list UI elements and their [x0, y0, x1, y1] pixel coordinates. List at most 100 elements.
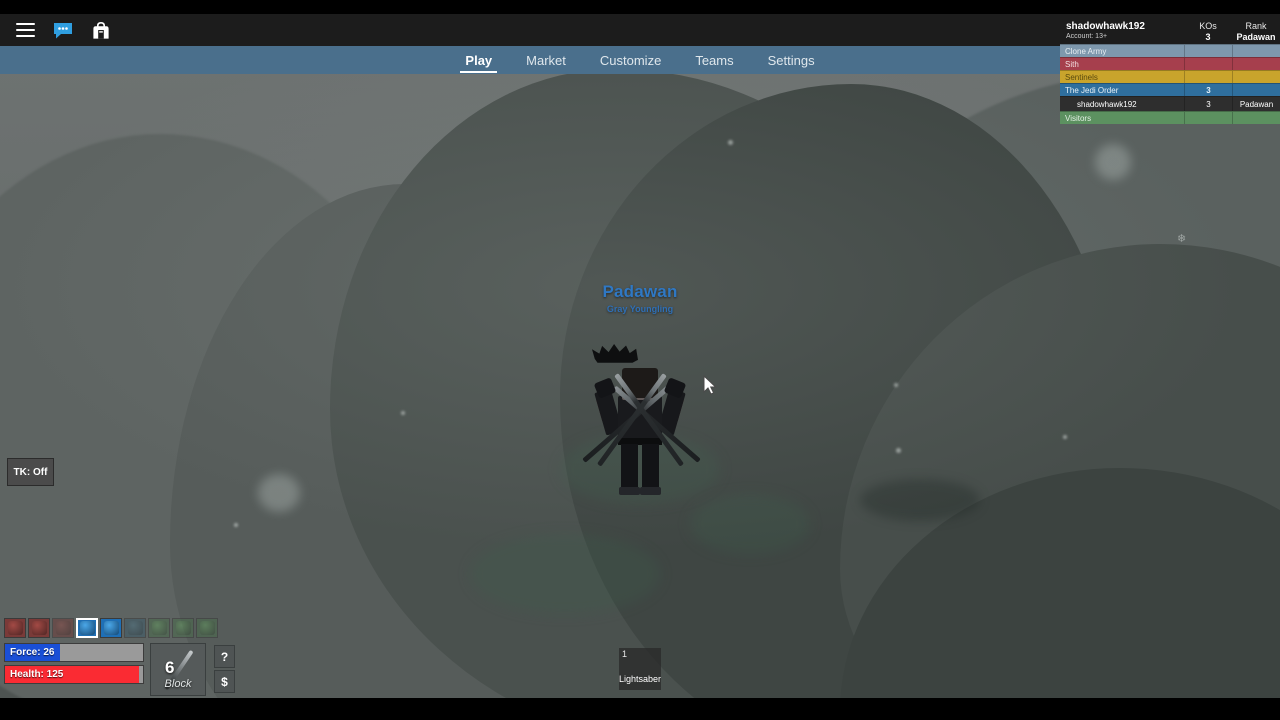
nav-label: Customize	[599, 52, 662, 68]
nav-tab-market[interactable]: Market	[509, 46, 583, 74]
leaderboard-kos-summary: KOs 3	[1184, 21, 1232, 42]
hamburger-menu-icon	[15, 23, 35, 37]
light-mote	[1063, 435, 1067, 439]
nav-label: Teams	[695, 52, 734, 68]
leaderboard-row-kos	[1184, 71, 1232, 83]
health-bar-label: Health: 125	[10, 669, 64, 680]
status-bars: Force: 26 Health: 125	[4, 643, 144, 684]
ability-glyph-icon	[55, 621, 71, 635]
leaderboard-team-row: Visitors	[1060, 111, 1280, 124]
leaderboard-rows: Clone Army Sith Sentinels The Jedi Order 3 sh…	[1060, 44, 1280, 124]
leaderboard-row-kos	[1184, 58, 1232, 70]
leaderboard-row-kos: 3	[1184, 84, 1232, 96]
ability-slot-9[interactable]	[196, 618, 218, 638]
player-avatar	[582, 344, 701, 496]
nav-label: Market	[526, 52, 566, 68]
inventory-hotbar: 1 Lightsaber	[619, 648, 661, 690]
ability-slot-7[interactable]	[148, 618, 170, 638]
ability-glyph-icon	[31, 621, 47, 635]
leaderboard-rank-value: Padawan	[1236, 32, 1276, 42]
leaderboard-row-name: Clone Army	[1065, 46, 1107, 56]
chat-bubble-icon	[54, 22, 72, 38]
leaderboard-row-name: shadowhawk192	[1077, 99, 1137, 109]
leaderboard-row-kos: 3	[1184, 97, 1232, 111]
health-bar: Health: 125	[4, 665, 144, 684]
avatar-leg-right	[642, 444, 659, 492]
nav-tab-settings[interactable]: Settings	[751, 46, 832, 74]
leaderboard-row-rank	[1232, 84, 1280, 96]
ability-slot-2[interactable]	[28, 618, 50, 638]
light-mote	[1095, 144, 1131, 180]
rock-shadow	[860, 479, 980, 521]
snowflake-icon: ❄	[1177, 233, 1187, 245]
leaderboard-row-name: The Jedi Order	[1065, 85, 1119, 95]
nav-tab-play[interactable]: Play	[448, 46, 509, 74]
ability-slot-3[interactable]	[52, 618, 74, 638]
nav-label: Settings	[767, 52, 815, 68]
leaderboard-row-rank	[1232, 45, 1280, 57]
leaderboard-kos-value: 3	[1205, 32, 1211, 42]
avatar-foot-right	[640, 487, 661, 495]
light-mote	[401, 411, 405, 415]
leaderboard-team-row: Sith	[1060, 57, 1280, 70]
telekinesis-toggle-button[interactable]: TK: Off	[7, 458, 54, 486]
light-mote	[728, 140, 733, 145]
nav-label: Play	[465, 52, 493, 68]
leaderboard-username: shadowhawk192	[1066, 21, 1145, 32]
leaderboard-row-rank	[1232, 112, 1280, 124]
ability-glyph-icon	[199, 621, 215, 635]
help-button[interactable]: ?	[214, 645, 235, 668]
equipped-tool-panel[interactable]: 6 Block	[150, 643, 206, 696]
tool-slot-number: 6	[165, 658, 175, 677]
ability-slot-1[interactable]	[4, 618, 26, 638]
telekinesis-toggle-label: TK: Off	[13, 466, 48, 478]
ability-bar	[4, 618, 218, 638]
ability-slot-5[interactable]	[100, 618, 122, 638]
avatar-foot-left	[619, 487, 640, 495]
backpack-button[interactable]	[84, 15, 118, 45]
light-mote	[894, 383, 898, 387]
shop-button[interactable]: $	[214, 670, 235, 693]
ability-glyph-icon	[7, 621, 23, 635]
hotbar-slot-label: Lightsaber	[619, 674, 662, 684]
leaderboard-player-identity: shadowhawk192 Account: 13+	[1060, 21, 1184, 40]
hotbar-slot[interactable]: 1 Lightsaber	[619, 648, 661, 690]
hamburger-menu-button[interactable]	[8, 15, 42, 45]
force-bar-label: Force: 26	[10, 647, 55, 658]
leaderboard-header: shadowhawk192 Account: 13+ KOs 3 Rank Pa…	[1060, 18, 1280, 44]
letterbox-top	[0, 0, 1280, 14]
tool-action-label: Block	[164, 678, 192, 690]
leaderboard-row-rank	[1232, 58, 1280, 70]
leaderboard-row-name: Sith	[1065, 59, 1079, 69]
ability-slot-8[interactable]	[172, 618, 194, 638]
leaderboard-account-age: Account: 13+	[1066, 33, 1108, 40]
letterbox-bottom	[0, 698, 1280, 720]
force-bar: Force: 26	[4, 643, 144, 662]
backpack-icon	[93, 21, 109, 39]
ability-glyph-icon	[127, 621, 143, 635]
ability-glyph-icon	[79, 621, 95, 635]
leaderboard-row-kos	[1184, 112, 1232, 124]
leaderboard-rank-summary: Rank Padawan	[1232, 21, 1280, 42]
nav-tab-customize[interactable]: Customize	[583, 46, 678, 74]
leaderboard-kos-title: KOs	[1199, 21, 1217, 31]
game-screen: ❄ Padawan Gray Youngling Play Market Cus…	[0, 0, 1280, 720]
chat-button[interactable]	[46, 15, 80, 45]
grass-patch	[690, 494, 810, 554]
leaderboard-row-rank: Padawan	[1232, 97, 1280, 111]
leaderboard-row-name: Visitors	[1065, 113, 1092, 123]
shop-button-label: $	[221, 674, 228, 689]
ability-glyph-icon	[103, 621, 119, 635]
ability-glyph-icon	[151, 621, 167, 635]
leaderboard-team-row: Clone Army	[1060, 44, 1280, 57]
grass-patch	[470, 534, 660, 614]
leaderboard-player-row: shadowhawk192 3 Padawan	[1060, 96, 1280, 111]
light-mote	[896, 448, 901, 453]
nav-tab-teams[interactable]: Teams	[678, 46, 750, 74]
ability-slot-4[interactable]	[76, 618, 98, 638]
ability-slot-6[interactable]	[124, 618, 146, 638]
leaderboard-team-row: The Jedi Order 3	[1060, 83, 1280, 96]
light-mote	[258, 474, 300, 512]
hotbar-slot-number: 1	[622, 649, 628, 659]
leaderboard-team-row: Sentinels	[1060, 70, 1280, 83]
